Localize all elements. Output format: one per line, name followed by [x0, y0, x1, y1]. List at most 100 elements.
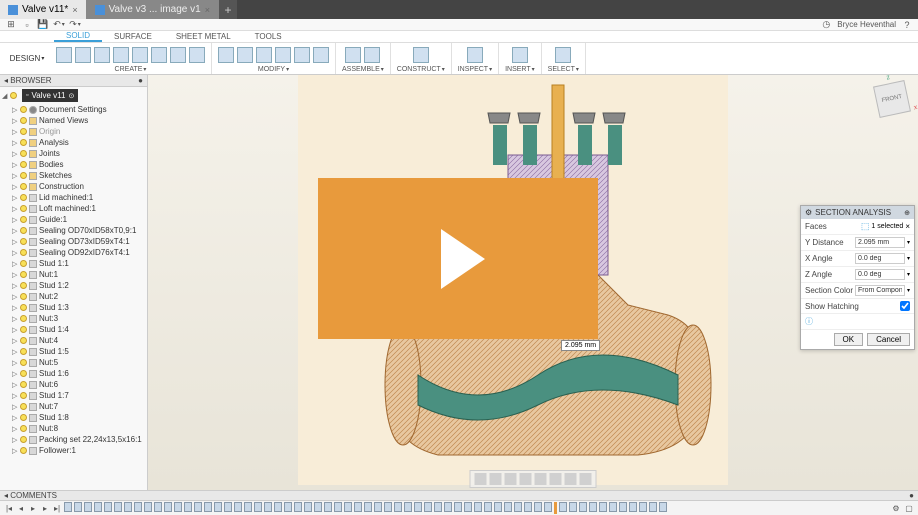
timeline-feature[interactable] [224, 502, 232, 512]
timeline-feature[interactable] [404, 502, 412, 512]
save-icon[interactable]: 💾 [38, 20, 48, 30]
timeline-feature[interactable] [544, 502, 552, 512]
tree-root[interactable]: ▫ Valve v11 ⊙ [22, 89, 78, 102]
timeline-start-button[interactable]: |◂ [4, 503, 14, 513]
timeline-feature[interactable] [484, 502, 492, 512]
timeline-feature[interactable] [569, 502, 577, 512]
tree-item[interactable]: ▷Nut:7 [0, 401, 147, 412]
tree-item[interactable]: ▷Nut:6 [0, 379, 147, 390]
timeline-expand-icon[interactable]: ▢ [904, 503, 914, 513]
panel-header[interactable]: ⚙ SECTION ANALYSIS ⊕ [801, 206, 914, 219]
viewport-icon[interactable] [580, 473, 592, 485]
timeline-feature[interactable] [274, 502, 282, 512]
timeline-feature[interactable] [204, 502, 212, 512]
timeline-feature[interactable] [454, 502, 462, 512]
visibility-bulb-icon[interactable] [20, 117, 27, 124]
tree-item[interactable]: ▷Named Views [0, 115, 147, 126]
tree-item[interactable]: ▷Stud 1:3 [0, 302, 147, 313]
visibility-bulb-icon[interactable] [20, 425, 27, 432]
timeline-feature[interactable] [659, 502, 667, 512]
timeline-next-button[interactable]: ▸ [40, 503, 50, 513]
document-tab[interactable]: Valve v3 ... image v1 × [87, 0, 219, 19]
ribbon-group-label[interactable]: CREATE [115, 66, 147, 74]
pin-icon[interactable]: ⊕ [904, 209, 910, 217]
user-name[interactable]: Bryce Heventhal [837, 20, 896, 29]
cancel-button[interactable]: Cancel [867, 333, 910, 346]
timeline-feature[interactable] [314, 502, 322, 512]
tree-item[interactable]: ▷Bodies [0, 159, 147, 170]
ribbon-tool-icon[interactable] [189, 47, 205, 63]
close-icon[interactable]: × [72, 5, 77, 15]
timeline-feature[interactable] [194, 502, 202, 512]
undo-button[interactable]: ↶ [54, 20, 64, 30]
design-dropdown[interactable]: DESIGN [4, 43, 50, 74]
tree-item[interactable]: ▷Sketches [0, 170, 147, 181]
visibility-bulb-icon[interactable] [20, 447, 27, 454]
visibility-bulb-icon[interactable] [20, 403, 27, 410]
timeline-feature[interactable] [494, 502, 502, 512]
tree-item[interactable]: ▷Joints [0, 148, 147, 159]
tree-item[interactable]: ▷Nut:5 [0, 357, 147, 368]
hatching-checkbox[interactable] [900, 301, 910, 311]
tree-item[interactable]: ▷Stud 1:5 [0, 346, 147, 357]
ribbon-tool-icon[interactable] [512, 47, 528, 63]
timeline-feature[interactable] [374, 502, 382, 512]
lookat-icon[interactable] [535, 473, 547, 485]
tree-item[interactable]: ▷Nut:1 [0, 269, 147, 280]
param-input[interactable] [855, 269, 905, 280]
timeline-feature[interactable] [84, 502, 92, 512]
viewcube[interactable]: FRONT z x [873, 80, 911, 118]
ribbon-tool-icon[interactable] [132, 47, 148, 63]
tree-item[interactable]: ▷Stud 1:7 [0, 390, 147, 401]
ribbon-tool-icon[interactable] [413, 47, 429, 63]
visibility-bulb-icon[interactable] [20, 315, 27, 322]
clear-selection-icon[interactable]: × [905, 222, 910, 231]
dropdown-icon[interactable]: ▾ [907, 287, 910, 294]
browser-tree[interactable]: ◢ ▫ Valve v11 ⊙ ▷Document Settings▷Named… [0, 87, 147, 490]
tree-item[interactable]: ▷Stud 1:4 [0, 324, 147, 335]
tree-item[interactable]: ▷Packing set 22,24x13,5x16:1 [0, 434, 147, 445]
visibility-bulb-icon[interactable] [20, 282, 27, 289]
timeline-feature[interactable] [514, 502, 522, 512]
ribbon-group-label[interactable]: MODIFY [258, 66, 289, 74]
timeline-feature[interactable] [599, 502, 607, 512]
comments-settings-icon[interactable]: ● [909, 491, 914, 500]
tree-item[interactable]: ▷Document Settings [0, 104, 147, 115]
timeline-marker[interactable] [554, 502, 557, 514]
display-icon[interactable] [550, 473, 562, 485]
mode-tab-sheetmetal[interactable]: SHEET METAL [164, 31, 243, 42]
timeline-feature[interactable] [94, 502, 102, 512]
ribbon-tool-icon[interactable] [56, 47, 72, 63]
visibility-bulb-icon[interactable] [20, 260, 27, 267]
grid-icon[interactable]: ⊞ [6, 20, 16, 30]
timeline-feature[interactable] [579, 502, 587, 512]
visibility-bulb-icon[interactable] [20, 183, 27, 190]
tree-item[interactable]: ▷Analysis [0, 137, 147, 148]
ribbon-tool-icon[interactable] [294, 47, 310, 63]
browser-settings-icon[interactable]: ● [138, 76, 143, 85]
orbit-icon[interactable] [475, 473, 487, 485]
visibility-bulb-icon[interactable] [20, 161, 27, 168]
timeline-feature[interactable] [609, 502, 617, 512]
ribbon-tool-icon[interactable] [364, 47, 380, 63]
visibility-bulb-icon[interactable] [20, 414, 27, 421]
visibility-bulb-icon[interactable] [20, 139, 27, 146]
mode-tab-surface[interactable]: SURFACE [102, 31, 164, 42]
timeline-feature[interactable] [174, 502, 182, 512]
tree-item[interactable]: ▷Sealing OD70xID58xT0,9:1 [0, 225, 147, 236]
timeline-feature[interactable] [414, 502, 422, 512]
timeline-feature[interactable] [184, 502, 192, 512]
info-icon[interactable]: ⓘ [805, 316, 813, 327]
timeline-feature[interactable] [114, 502, 122, 512]
visibility-bulb-icon[interactable] [20, 293, 27, 300]
ribbon-tool-icon[interactable] [555, 47, 571, 63]
tree-item[interactable]: ▷Stud 1:6 [0, 368, 147, 379]
ribbon-group-label[interactable]: ASSEMBLE [342, 66, 384, 74]
help-icon[interactable]: ? [902, 20, 912, 30]
visibility-bulb-icon[interactable] [20, 392, 27, 399]
visibility-bulb-icon[interactable] [20, 128, 27, 135]
ribbon-tool-icon[interactable] [345, 47, 361, 63]
ribbon-tool-icon[interactable] [170, 47, 186, 63]
timeline-feature[interactable] [244, 502, 252, 512]
dimension-callout[interactable]: 2.095 mm [561, 340, 600, 351]
